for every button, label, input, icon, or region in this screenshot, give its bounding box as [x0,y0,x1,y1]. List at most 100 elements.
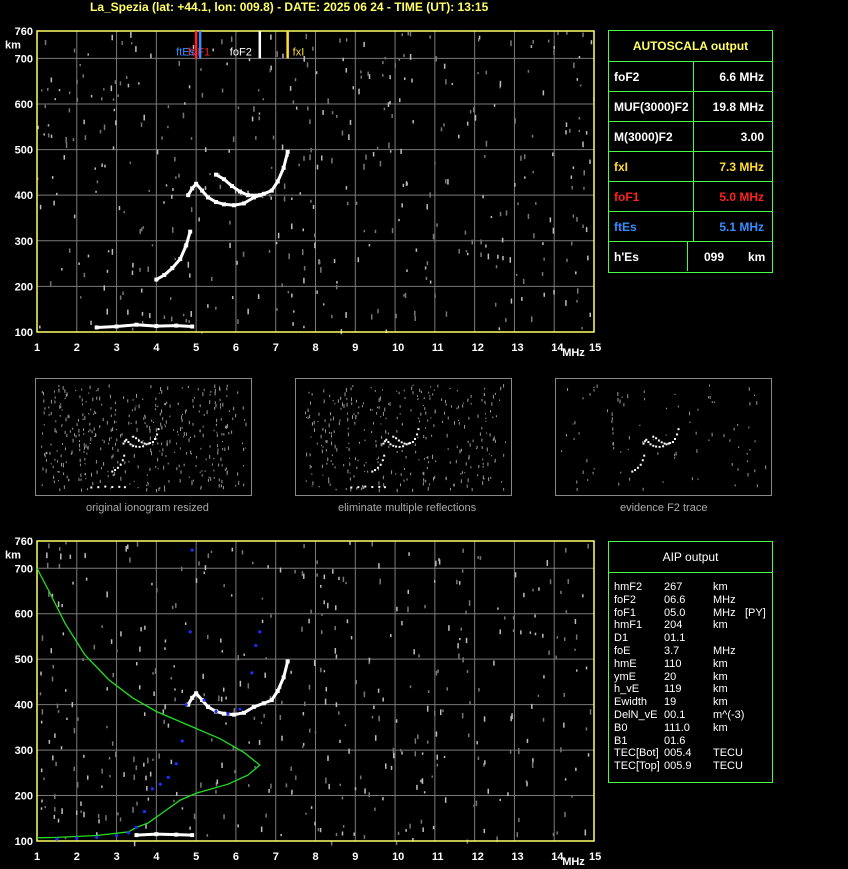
thumb-trace [350,486,353,489]
noise-dot [563,722,565,728]
autoscala-title: AUTOSCALA output [632,39,749,53]
thumb-trace [357,486,360,489]
thumb-noise [226,387,228,391]
noise-dot [552,832,555,837]
noise-dot [357,257,360,263]
thumb-noise [339,419,341,422]
thumb-noise [111,427,113,431]
noise-dot [412,120,414,124]
thumb-noise [83,433,85,435]
noise-dot [527,213,530,219]
thumb-noise [373,422,375,425]
thumb-noise [477,414,479,418]
noise-dot [583,170,585,176]
noise-dot [62,632,65,636]
thumb-noise [657,452,659,455]
y-tick-label: 100 [15,327,33,339]
thumb-noise [621,396,623,398]
thumb-noise [308,391,310,394]
noise-dot [254,765,256,769]
thumb-trace [376,466,379,469]
noise-dot [429,280,432,284]
trace-segment-F2 [195,182,204,192]
thumb-noise [103,440,105,444]
thumb-noise [54,400,56,404]
noise-dot [73,48,76,53]
thumb-noise [163,465,165,470]
noise-dot [153,691,155,696]
thumb-trace [397,439,400,442]
noise-dot [143,712,146,717]
noise-dot [457,643,459,649]
noise-dot [303,543,305,549]
noise-dot [444,797,447,803]
noise-dot [342,57,344,62]
thumb-noise [146,474,148,476]
thumb-noise [192,422,194,426]
noise-dot [582,594,584,598]
noise-dot [295,106,298,110]
noise-dot [458,248,460,254]
thumb-noise [177,434,179,436]
noise-dot [345,68,348,73]
thumb-noise [149,467,151,472]
noise-dot [101,97,103,101]
thumb-noise [112,454,114,458]
trace-segment-F2x [223,178,233,188]
thumb-noise [53,390,55,393]
thumb-noise [129,483,131,485]
noise-dot [497,254,499,259]
thumb-noise [318,412,320,416]
aip-title: AIP output [609,542,772,573]
noise-dot [575,271,577,275]
noise-dot [465,637,468,644]
thumb-noise [74,433,76,437]
noise-dot [263,713,265,718]
noise-dot [414,751,417,757]
noise-dot [547,39,550,43]
thumb-noise [468,456,470,460]
thumb-noise [747,472,749,477]
thumb-noise [420,390,422,394]
noise-dot [57,818,60,823]
thumb-noise [447,448,449,450]
thumb-noise [370,386,372,389]
thumb-noise [482,458,484,461]
thumb-noise [586,459,588,463]
thumb-noise [738,446,740,449]
noise-dot [443,63,446,69]
thumb-noise [187,385,189,389]
noise-dot [566,31,568,35]
thumb-noise [644,398,646,401]
thumb-trace [411,441,414,444]
thumb-noise [213,458,215,460]
thumb-noise [423,478,425,481]
noise-dot [77,717,79,721]
thumb-noise [92,481,94,486]
noise-dot [68,248,71,253]
thumb-noise [361,405,363,408]
thumb-noise [63,472,65,476]
noise-dot [291,197,293,200]
noise-dot [399,748,402,752]
autoscala-key: ftEs [609,212,694,241]
thumb-noise [192,398,194,403]
x-tick-label: 2 [74,851,80,863]
noise-dot [401,751,403,755]
thumb-noise [102,439,104,441]
trace-segment-F1 [184,231,192,246]
noise-dot [465,610,467,615]
thumb-noise [309,464,311,469]
thumb-noise [469,443,471,447]
aip-cell: m^(-3) [713,708,745,721]
noise-dot [54,98,56,101]
noise-dot [323,574,326,580]
noise-dot [44,39,47,46]
thumb-noise [311,422,313,426]
noise-dot [219,184,222,190]
noise-dot [389,101,391,105]
noise-dot [434,162,436,165]
thumb-noise [453,483,455,487]
thumb-noise [209,454,211,459]
thumb-noise [59,488,61,492]
